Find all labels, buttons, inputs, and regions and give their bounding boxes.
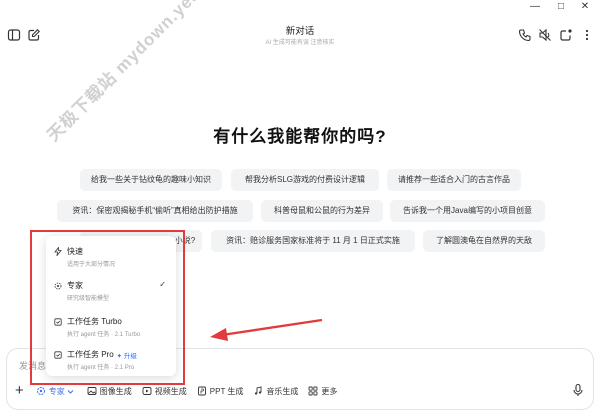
- model-select-label: 专家: [48, 386, 65, 396]
- message-input[interactable]: 发消息: [19, 359, 46, 372]
- microphone-icon[interactable]: [571, 383, 585, 397]
- option-description: 适用于大部分情况: [67, 262, 116, 268]
- suggestion-chip[interactable]: 资讯：保密观揭秘手机“偷听”真相给出防护措施: [57, 200, 253, 222]
- option-task-turbo[interactable]: 工作任务 Turbo 执行 agent 任务 · 2.1 Turbo: [54, 316, 172, 338]
- composer-toolbar: + 专家 图像生成 视频生成 PPT 生成 音乐生成 更多: [15, 383, 347, 399]
- window-titlebar: — □ ✕: [0, 0, 600, 14]
- ppt-generation-label: PPT 生成: [209, 386, 244, 396]
- ppt-icon: [197, 386, 206, 396]
- close-window-button[interactable]: ✕: [576, 1, 594, 13]
- grid-icon: [308, 386, 318, 396]
- image-icon: [87, 387, 97, 395]
- chat-header: 新对话 AI 生成可能有误 注意核实: [0, 20, 600, 52]
- page-title: 新对话: [285, 26, 315, 37]
- upgrade-badge[interactable]: ✦ 升级: [117, 350, 137, 360]
- annotation-arrow-icon: [210, 318, 323, 341]
- check-icon: ✓: [159, 280, 166, 289]
- image-generation-label: 图像生成: [99, 386, 132, 396]
- option-description: 研究级智能模型: [67, 296, 110, 302]
- model-select-button[interactable]: 专家: [36, 386, 77, 397]
- lightning-icon: [54, 247, 62, 256]
- option-description: 执行 agent 任务 · 2.1 Turbo: [67, 332, 141, 338]
- music-generation-label: 音乐生成: [266, 386, 299, 396]
- main-question: 有什么我能帮你的吗?: [213, 127, 387, 146]
- expert-icon: [36, 387, 45, 395]
- agent-task-icon: [54, 350, 62, 359]
- model-select-dropdown: 快速 适用于大部分情况 专家 ✓ 研究级智能模型 工作任务 Turbo 执行 a…: [46, 236, 176, 376]
- disclaimer-text: AI 生成可能有误 注意核实: [265, 40, 335, 46]
- suggestion-chip[interactable]: 给我一些关于钻纹龟的趣味小知识: [80, 169, 222, 191]
- option-title: 专家: [67, 281, 83, 290]
- more-tools-button[interactable]: 更多: [308, 386, 337, 397]
- option-task-pro[interactable]: 工作任务 Pro ✦ 升级 执行 agent 任务 · 2.1 Pro: [54, 349, 172, 371]
- option-fast[interactable]: 快速 适用于大部分情况: [54, 246, 172, 268]
- expert-icon: [54, 282, 62, 289]
- more-tools-label: 更多: [321, 386, 338, 396]
- attach-button[interactable]: +: [15, 383, 24, 399]
- option-title: 工作任务 Turbo: [67, 317, 122, 326]
- option-expert[interactable]: 专家 ✓ 研究级智能模型: [54, 280, 172, 302]
- option-title: 工作任务 Pro: [67, 350, 114, 359]
- option-description: 执行 agent 任务 · 2.1 Pro: [67, 365, 135, 371]
- maximize-button[interactable]: □: [552, 1, 570, 13]
- chevron-down-icon: [67, 389, 74, 394]
- image-generation-button[interactable]: 图像生成: [87, 386, 132, 397]
- mute-icon[interactable]: [538, 28, 552, 42]
- ppt-generation-button[interactable]: PPT 生成: [197, 386, 244, 397]
- option-title: 快速: [67, 247, 83, 256]
- phone-icon[interactable]: [518, 28, 532, 42]
- music-generation-button[interactable]: 音乐生成: [253, 386, 298, 397]
- video-generation-label: 视频生成: [154, 386, 187, 396]
- suggestion-chip[interactable]: 资讯：赔诊服务国家标准将于 11 月 1 日正式实施: [211, 230, 415, 252]
- more-options-icon[interactable]: [580, 28, 594, 42]
- suggestion-chip[interactable]: 请推荐一些适合入门的古言作品: [387, 169, 521, 191]
- share-icon[interactable]: [559, 28, 573, 42]
- music-icon: [255, 386, 262, 395]
- minimize-button[interactable]: —: [526, 1, 544, 13]
- suggestion-chip[interactable]: 了解圆澳龟在自然界的天敌: [423, 230, 545, 252]
- suggestion-chip[interactable]: 告诉我一个用Java编写的小项目创意: [390, 200, 545, 222]
- suggestion-chip[interactable]: 帮我分析SLG游戏的付费设计逻辑: [231, 169, 379, 191]
- video-icon: [142, 387, 152, 395]
- agent-task-icon: [54, 317, 62, 326]
- video-generation-button[interactable]: 视频生成: [142, 386, 187, 397]
- suggestion-chip[interactable]: 科普母鼠和公鼠的行为差异: [261, 200, 383, 222]
